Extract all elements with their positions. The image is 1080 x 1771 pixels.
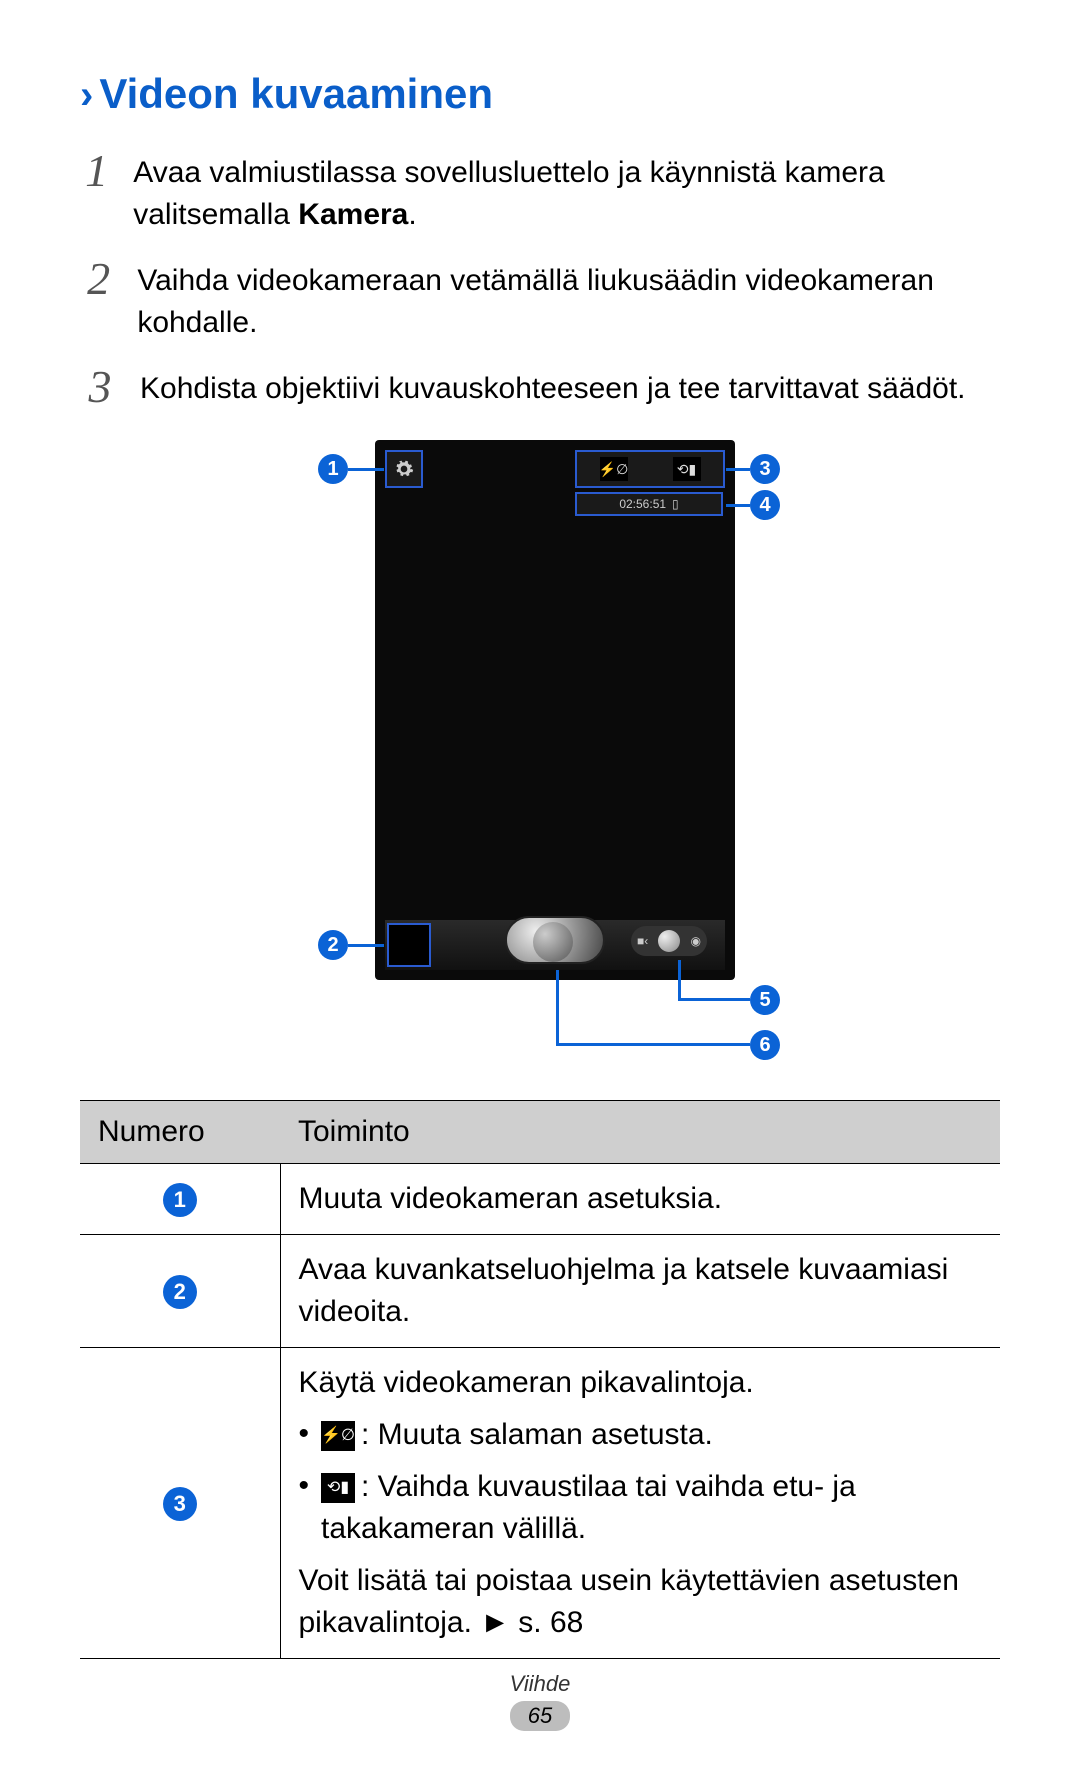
- recording-time-text: 02:56:51: [619, 497, 666, 511]
- row-intro: Käytä videokameran pikavalintoja.: [299, 1362, 983, 1404]
- page-footer: Viihde 65: [0, 1671, 1080, 1731]
- callout-2: 2: [318, 930, 348, 960]
- callout-4: 4: [750, 490, 780, 520]
- callout-6: 6: [750, 1030, 780, 1060]
- footer-category: Viihde: [0, 1671, 1080, 1697]
- figure-container: ⚡∅ ⟲▮ 02:56:51 ▯ ■‹ ◉ 1 3 4: [80, 440, 1000, 1060]
- record-button[interactable]: [505, 916, 605, 964]
- section-heading: › Videon kuvaaminen: [80, 70, 1000, 118]
- camera-switch-icon: ⟲▮: [321, 1473, 355, 1503]
- video-mode-icon: ■‹: [637, 934, 648, 948]
- chevron-icon: ›: [80, 73, 93, 118]
- page-number: 65: [510, 1701, 570, 1731]
- camera-switch-icon: ⟲▮: [673, 457, 701, 481]
- photo-mode-icon: ◉: [691, 934, 701, 948]
- step-1: 1 Avaa valmiustilassa sovellusluettelo j…: [80, 148, 1000, 236]
- table-header-row: Numero Toiminto: [80, 1101, 1000, 1164]
- callout-5: 5: [750, 985, 780, 1015]
- table-row: 1 Muuta videokameran asetuksia.: [80, 1164, 1000, 1235]
- gallery-thumbnail[interactable]: [387, 923, 431, 967]
- step-number: 2: [80, 256, 117, 344]
- table-row: 3 Käytä videokameran pikavalintoja. • ⚡∅…: [80, 1348, 1000, 1659]
- row-text: Avaa kuvankatseluohjelma ja katsele kuva…: [299, 1249, 983, 1333]
- step-number: 1: [80, 148, 113, 236]
- bullet-item: • ⚡∅: Muuta salaman asetusta.: [299, 1414, 983, 1456]
- settings-button[interactable]: [385, 450, 423, 488]
- steps-list: 1 Avaa valmiustilassa sovellusluettelo j…: [80, 148, 1000, 410]
- camera-topbar: ⚡∅ ⟲▮: [385, 450, 725, 488]
- row-text: Muuta videokameran asetuksia.: [299, 1178, 983, 1220]
- step-2: 2 Vaihda videokameraan vetämällä liukusä…: [80, 256, 1000, 344]
- row-outro: Voit lisätä tai poistaa usein käytettävi…: [299, 1560, 983, 1644]
- mode-slider[interactable]: ■‹ ◉: [631, 926, 707, 956]
- flash-icon: ⚡∅: [321, 1421, 355, 1451]
- row-number-badge: 1: [163, 1183, 197, 1217]
- row-number-badge: 3: [163, 1487, 197, 1521]
- flash-icon: ⚡∅: [600, 457, 628, 481]
- recording-time-indicator: 02:56:51 ▯: [575, 492, 723, 516]
- header-function: Toiminto: [280, 1101, 1000, 1164]
- step-3: 3 Kohdista objektiivi kuvauskohteeseen j…: [80, 364, 1000, 410]
- row-number-badge: 2: [163, 1275, 197, 1309]
- heading-text: Videon kuvaaminen: [99, 70, 493, 118]
- callout-1: 1: [318, 454, 348, 484]
- step-text: Kohdista objektiivi kuvauskohteeseen ja …: [140, 364, 966, 410]
- shortcut-strip[interactable]: ⚡∅ ⟲▮: [575, 450, 725, 488]
- step-text: Avaa valmiustilassa sovellusluettelo ja …: [133, 148, 1000, 236]
- functions-table: Numero Toiminto 1 Muuta videokameran ase…: [80, 1100, 1000, 1659]
- gear-icon: [394, 459, 414, 479]
- camcorder-figure: ⚡∅ ⟲▮ 02:56:51 ▯ ■‹ ◉ 1 3 4: [260, 440, 820, 1060]
- storage-icon: ▯: [672, 497, 679, 511]
- bullet-item: • ⟲▮: Vaihda kuvaustilaa tai vaihda etu-…: [299, 1466, 983, 1550]
- step-number: 3: [80, 364, 120, 410]
- step-text: Vaihda videokameraan vetämällä liukusääd…: [137, 256, 1000, 344]
- phone-frame: ⚡∅ ⟲▮ 02:56:51 ▯ ■‹ ◉: [375, 440, 735, 980]
- row-bullets: • ⚡∅: Muuta salaman asetusta. • ⟲▮: Vaih…: [299, 1414, 983, 1550]
- camera-bottombar: ■‹ ◉: [385, 920, 725, 970]
- table-row: 2 Avaa kuvankatseluohjelma ja katsele ku…: [80, 1235, 1000, 1348]
- callout-3: 3: [750, 454, 780, 484]
- header-number: Numero: [80, 1101, 280, 1164]
